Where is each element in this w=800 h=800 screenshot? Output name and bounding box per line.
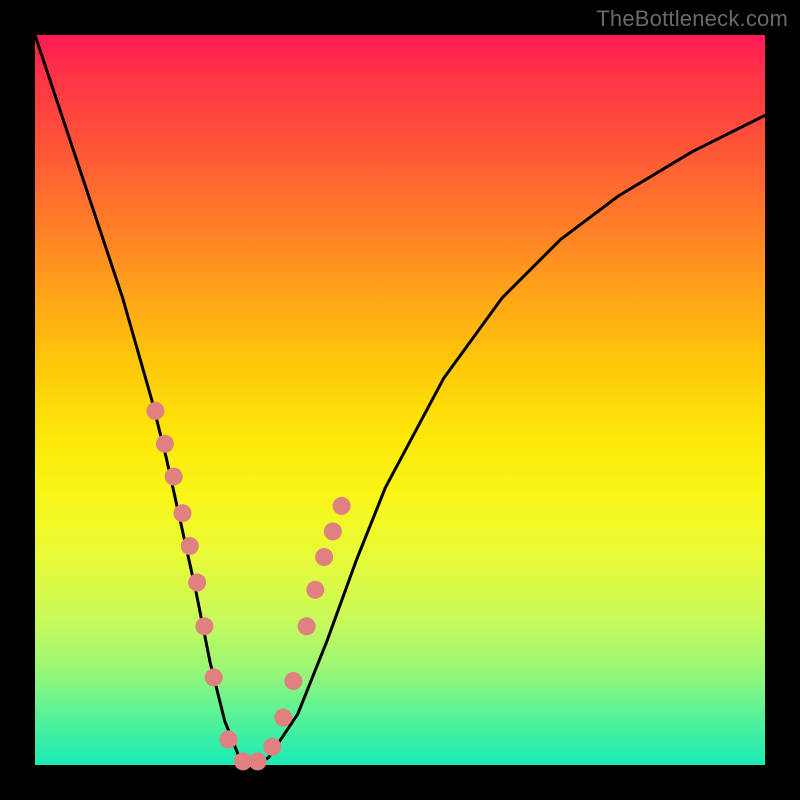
- watermark-text: TheBottleneck.com: [596, 6, 788, 32]
- chart-background: [35, 35, 765, 765]
